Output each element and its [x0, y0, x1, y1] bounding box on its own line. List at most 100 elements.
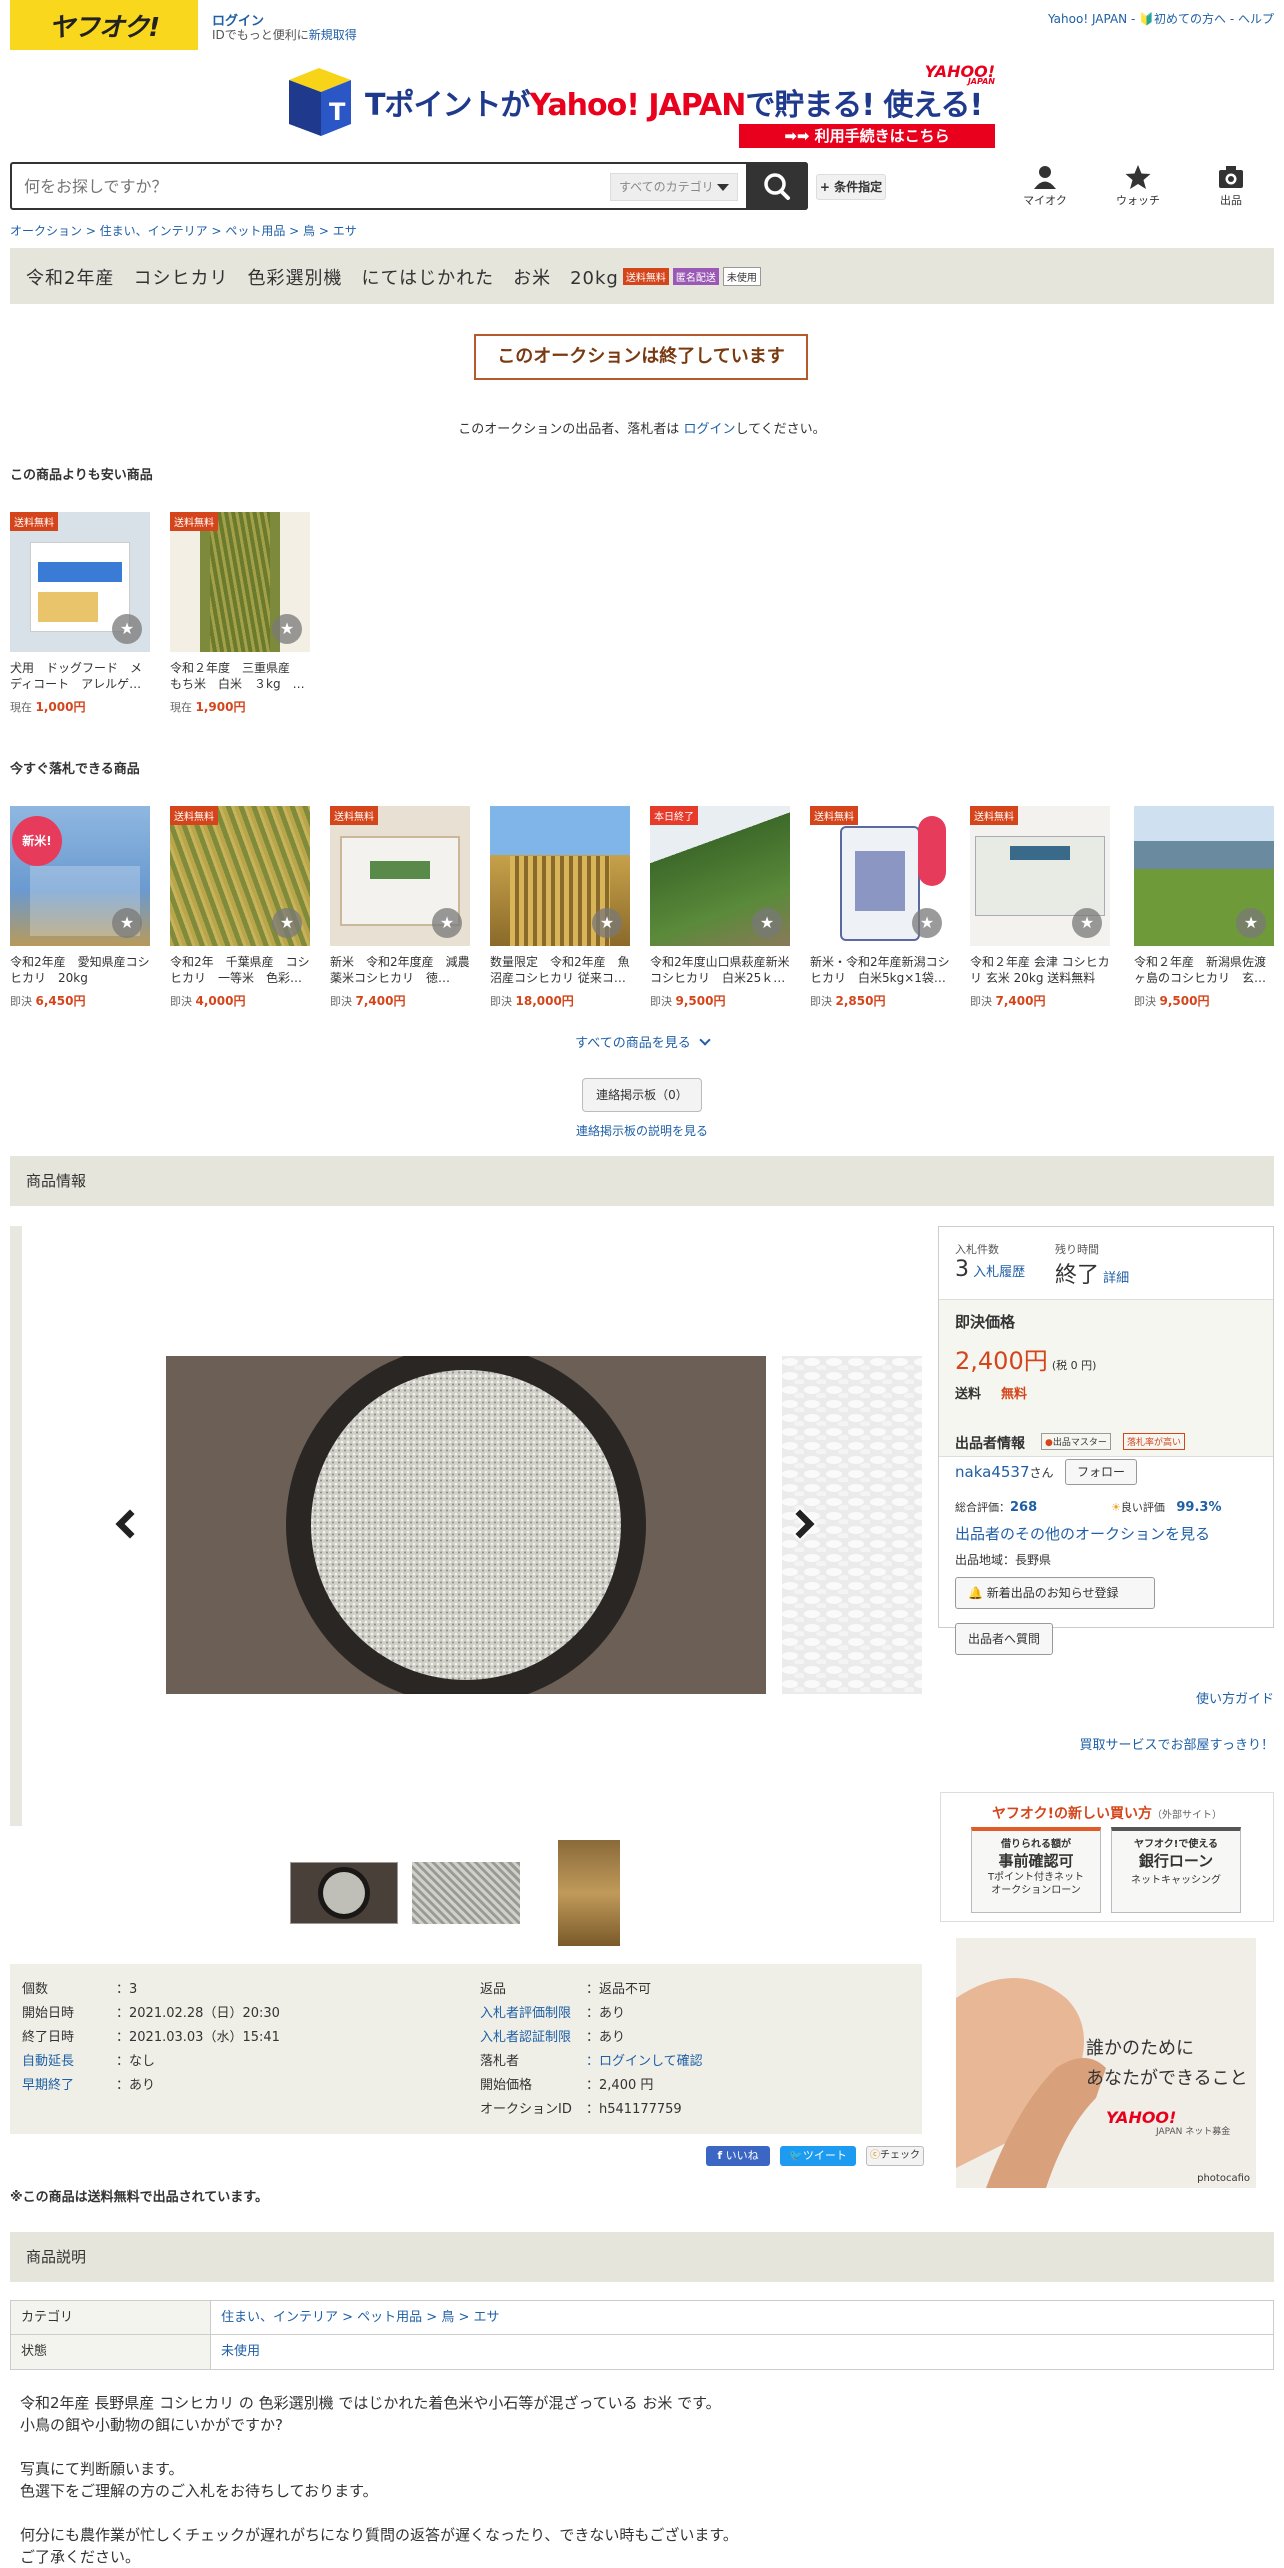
- buyback-service-link[interactable]: 買取サービスでお部屋すっきり！: [938, 1734, 1274, 1753]
- ad-line1: 誰かのために: [1086, 2038, 1194, 2059]
- product-name[interactable]: 数量限定 令和2年産 魚沼産コシヒカリ 従来コ…: [490, 954, 630, 986]
- bank-loan-card[interactable]: ヤフオク!で使える 銀行ローン ネットキャッシング: [1111, 1827, 1241, 1913]
- detail-key[interactable]: 入札者認証制限: [480, 2030, 571, 2045]
- detail-value-text: 3: [129, 1982, 138, 1997]
- watch-star-icon[interactable]: ★: [112, 614, 142, 644]
- facebook-like-button[interactable]: f いいね: [706, 2146, 770, 2166]
- product-card[interactable]: ★ 数量限定 令和2年産 魚沼産コシヒカリ 従来コ… 即決 18,000円: [490, 806, 630, 1009]
- watch-star-icon[interactable]: ★: [432, 908, 462, 938]
- description-heading: 商品説明: [10, 2232, 1274, 2282]
- ask-seller-button[interactable]: 出品者へ質問: [955, 1623, 1053, 1655]
- detail-colon: ：: [586, 2078, 600, 2093]
- detail-key[interactable]: 入札者評価制限: [480, 2006, 571, 2021]
- usage-guide-link[interactable]: 使い方ガイド: [938, 1688, 1274, 1707]
- sell-button[interactable]: 出品: [1196, 164, 1266, 208]
- price-label: 即決: [490, 995, 512, 1008]
- tweet-button[interactable]: 🐦ツイート: [780, 2146, 856, 2166]
- product-card[interactable]: 送料無料 ★ 令和２年度 三重県産 もち米 白米 ３kg … 現在 1,900円: [170, 512, 310, 715]
- item-description: 令和2年産 長野県産 コシヒカリ の 色彩選別機 ではじかれた着色米や小石等が混…: [20, 2392, 1260, 2568]
- conditions-button[interactable]: + 条件指定: [816, 174, 886, 200]
- ended-login-link[interactable]: ログイン: [683, 422, 735, 437]
- product-card[interactable]: ★ 令和２年産 新潟県佐渡ヶ島のコシヒカリ 玄… 即決 9,500円: [1134, 806, 1274, 1009]
- yafuoku-logo[interactable]: ヤフオク!: [10, 0, 198, 50]
- product-name[interactable]: 令和2年産 愛知県産コシヒカリ 20kg: [10, 954, 150, 986]
- product-name[interactable]: 令和2年 千葉県産 コシヒカリ 一等米 色彩…: [170, 954, 310, 986]
- search-input[interactable]: [12, 164, 592, 208]
- description-line: 小鳥の餌や小動物の餌にいかがですか?: [20, 2416, 283, 2434]
- watch-star-icon[interactable]: ★: [272, 908, 302, 938]
- product-name[interactable]: 犬用 ドッグフード メディコート アレルゲ…: [10, 660, 150, 692]
- thumbnail-3[interactable]: [558, 1840, 620, 1946]
- breadcrumb[interactable]: オークション > 住まい、インテリア > ペット用品 > 鳥 > エサ: [10, 222, 357, 239]
- advance-approval-card[interactable]: 借りられる額が 事前確認可 Tポイント付きネット オークションローン: [971, 1827, 1101, 1913]
- next-arrow-icon[interactable]: [790, 1504, 820, 1544]
- message-board-button[interactable]: 連絡掲示板（0）: [582, 1078, 702, 1112]
- watch-star-icon[interactable]: ★: [1236, 908, 1266, 938]
- bid-history-link[interactable]: 入札履歴: [973, 1265, 1025, 1280]
- detail-colon: ：: [586, 2102, 600, 2117]
- detail-key[interactable]: 自動延長: [22, 2054, 74, 2069]
- notify-label: 新着出品のお知らせ登録: [986, 1586, 1119, 1600]
- follow-button[interactable]: フォロー: [1065, 1459, 1137, 1485]
- watch-button[interactable]: ウォッチ: [1103, 164, 1173, 208]
- product-card[interactable]: 本日終了 ★ 令和2年度山口県萩産新米コシヒカリ 白米25ｋ… 即決 9,500…: [650, 806, 790, 1009]
- description-line: [20, 2436, 1260, 2458]
- product-name[interactable]: 新米・令和2年産新潟コシヒカリ 白米5kg×1袋…: [810, 954, 950, 986]
- product-name[interactable]: 令和2年度山口県萩産新米コシヒカリ 白米25ｋ…: [650, 954, 790, 986]
- rating-value[interactable]: 268: [1010, 1500, 1037, 1515]
- watch-star-icon[interactable]: ★: [592, 908, 622, 938]
- product-name[interactable]: 新米 令和2年度産 減農薬米コシヒカリ 徳…: [330, 954, 470, 986]
- banner-register-button[interactable]: ➡➡ 利用手続きはこちら: [739, 124, 995, 148]
- product-card[interactable]: 送料無料 ★ 令和２年産 会津 コシヒカリ 玄米 20kg 送料無料 即決 7,…: [970, 806, 1110, 1009]
- detail-value: ：h541177759: [586, 2098, 682, 2117]
- chevron-down-icon: [717, 184, 729, 191]
- ad-copy: 誰かのために あなたができること: [1086, 2034, 1248, 2094]
- main-product-image[interactable]: [166, 1356, 766, 1694]
- detail-value: ：返品不可: [586, 1978, 651, 1997]
- detail-key[interactable]: 早期終了: [22, 2078, 74, 2093]
- product-name[interactable]: 令和２年度 三重県産 もち米 白米 ３kg …: [170, 660, 310, 692]
- image-gallery: [10, 1226, 922, 1826]
- login-sub: IDでもっと便利に新規取得: [212, 26, 357, 43]
- watch-star-icon[interactable]: ★: [752, 908, 782, 938]
- register-link[interactable]: 新規取得: [309, 28, 357, 42]
- seller-name[interactable]: naka4537: [955, 1463, 1030, 1481]
- product-name[interactable]: 令和２年産 会津 コシヒカリ 玄米 20kg 送料無料: [970, 954, 1110, 986]
- product-card[interactable]: 送料無料 ★ 令和2年 千葉県産 コシヒカリ 一等米 色彩… 即決 4,000円: [170, 806, 310, 1009]
- message-board-help-link[interactable]: 連絡掲示板の説明を見る: [0, 1122, 1284, 1139]
- tpoint-banner[interactable]: T TポイントがYahoo! JAPANで貯まる! 使える! YAHOO! JAP…: [285, 62, 1005, 150]
- bid-info-panel: 入札件数 3 入札履歴 残り時間 終了 詳細 即決価格 2,400円 (税 0 …: [938, 1226, 1274, 1655]
- product-card[interactable]: 新米! ★ 令和2年産 愛知県産コシヒカリ 20kg 即決 6,450円: [10, 806, 150, 1009]
- watch-star-icon[interactable]: ★: [1072, 908, 1102, 938]
- prev-arrow-icon[interactable]: [110, 1504, 140, 1544]
- banner-mid: Yahoo! JAPAN: [529, 88, 746, 123]
- check-button[interactable]: ⓒチェック: [866, 2146, 924, 2166]
- notify-button[interactable]: 🔔 新着出品のお知らせ登録: [955, 1577, 1155, 1609]
- product-card[interactable]: 送料無料 ★ 犬用 ドッグフード メディコート アレルゲ… 現在 1,000円: [10, 512, 150, 715]
- product-name[interactable]: 令和２年産 新潟県佐渡ヶ島のコシヒカリ 玄…: [1134, 954, 1274, 986]
- seller-other-auctions-link[interactable]: 出品者のその他のオークションを見る: [955, 1523, 1210, 1544]
- top-links[interactable]: Yahoo! JAPAN - 🔰初めての方へ - ヘルプ: [1048, 10, 1274, 27]
- detail-row: 開始価格 ：2,400 円: [480, 2074, 653, 2093]
- category-select[interactable]: すべてのカテゴリ: [610, 173, 738, 201]
- watch-star-icon[interactable]: ★: [272, 614, 302, 644]
- watch-star-icon[interactable]: ★: [112, 908, 142, 938]
- description-line: 令和2年産 長野県産 コシヒカリ の 色彩選別機 ではじかれた着色米や小石等が混…: [20, 2394, 721, 2412]
- product-card[interactable]: 送料無料 ★ 新米・令和2年産新潟コシヒカリ 白米5kg×1袋… 即決 2,85…: [810, 806, 950, 1009]
- myauc-button[interactable]: マイオク: [1010, 164, 1080, 208]
- detail-colon: ：: [586, 2030, 600, 2045]
- detail-value-text: 2,400 円: [599, 2078, 654, 2093]
- condition-value[interactable]: 未使用: [211, 2335, 1273, 2369]
- thumbnail-2[interactable]: [412, 1862, 520, 1924]
- detail-value[interactable]: ：ログインして確認: [586, 2050, 703, 2069]
- price-label: 現在: [10, 701, 32, 714]
- donation-ad[interactable]: 誰かのために あなたができること YAHOO! JAPAN ネット募金 photo…: [956, 1938, 1256, 2188]
- card2-top: ヤフオク!で使える: [1133, 1839, 1219, 1850]
- time-detail-link[interactable]: 詳細: [1103, 1271, 1129, 1286]
- watch-star-icon[interactable]: ★: [912, 908, 942, 938]
- category-value[interactable]: 住まい、インテリア > ペット用品 > 鳥 > エサ: [211, 2301, 1273, 2334]
- see-all-link[interactable]: すべての商品を見る: [0, 1032, 1284, 1051]
- thumbnail-1[interactable]: [290, 1862, 398, 1924]
- product-card[interactable]: 送料無料 ★ 新米 令和2年度産 減農薬米コシヒカリ 徳… 即決 7,400円: [330, 806, 470, 1009]
- search-button[interactable]: [746, 162, 808, 210]
